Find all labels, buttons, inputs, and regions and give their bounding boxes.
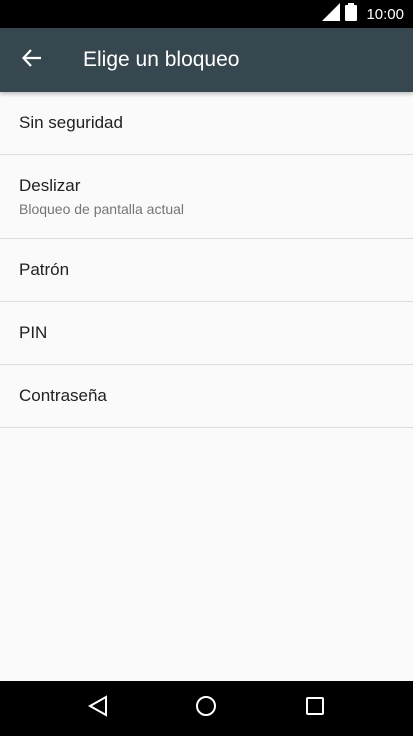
option-title: Sin seguridad — [19, 113, 123, 132]
status-bar: 10:00 — [0, 0, 413, 28]
option-title: PIN — [19, 323, 48, 342]
page-title: Elige un bloqueo — [83, 48, 240, 71]
option-swipe[interactable]: Deslizar Bloqueo de pantalla actual — [0, 155, 413, 239]
option-pattern[interactable]: Patrón — [0, 239, 413, 302]
back-button[interactable] — [0, 28, 64, 92]
option-password[interactable]: Contraseña — [0, 365, 413, 428]
signal-icon — [322, 2, 341, 26]
option-pin[interactable]: PIN — [0, 302, 413, 365]
option-title: Patrón — [19, 260, 70, 279]
status-clock: 10:00 — [366, 5, 404, 23]
back-triangle-icon — [88, 695, 108, 722]
navigation-bar — [0, 681, 413, 736]
option-no-security[interactable]: Sin seguridad — [0, 92, 413, 155]
lock-options-list: Sin seguridad Deslizar Bloqueo de pantal… — [0, 92, 413, 428]
app-bar: Elige un bloqueo — [0, 28, 413, 92]
arrow-back-icon — [21, 48, 42, 72]
nav-home-button[interactable] — [176, 681, 236, 736]
recents-square-icon — [305, 696, 325, 721]
option-title: Deslizar — [19, 176, 81, 195]
nav-recents-button[interactable] — [285, 681, 345, 736]
status-icons — [322, 2, 358, 26]
battery-icon — [345, 2, 358, 26]
option-title: Contraseña — [19, 386, 107, 405]
nav-back-button[interactable] — [68, 681, 128, 736]
home-circle-icon — [195, 695, 217, 722]
option-subtitle: Bloqueo de pantalla actual — [19, 201, 185, 217]
